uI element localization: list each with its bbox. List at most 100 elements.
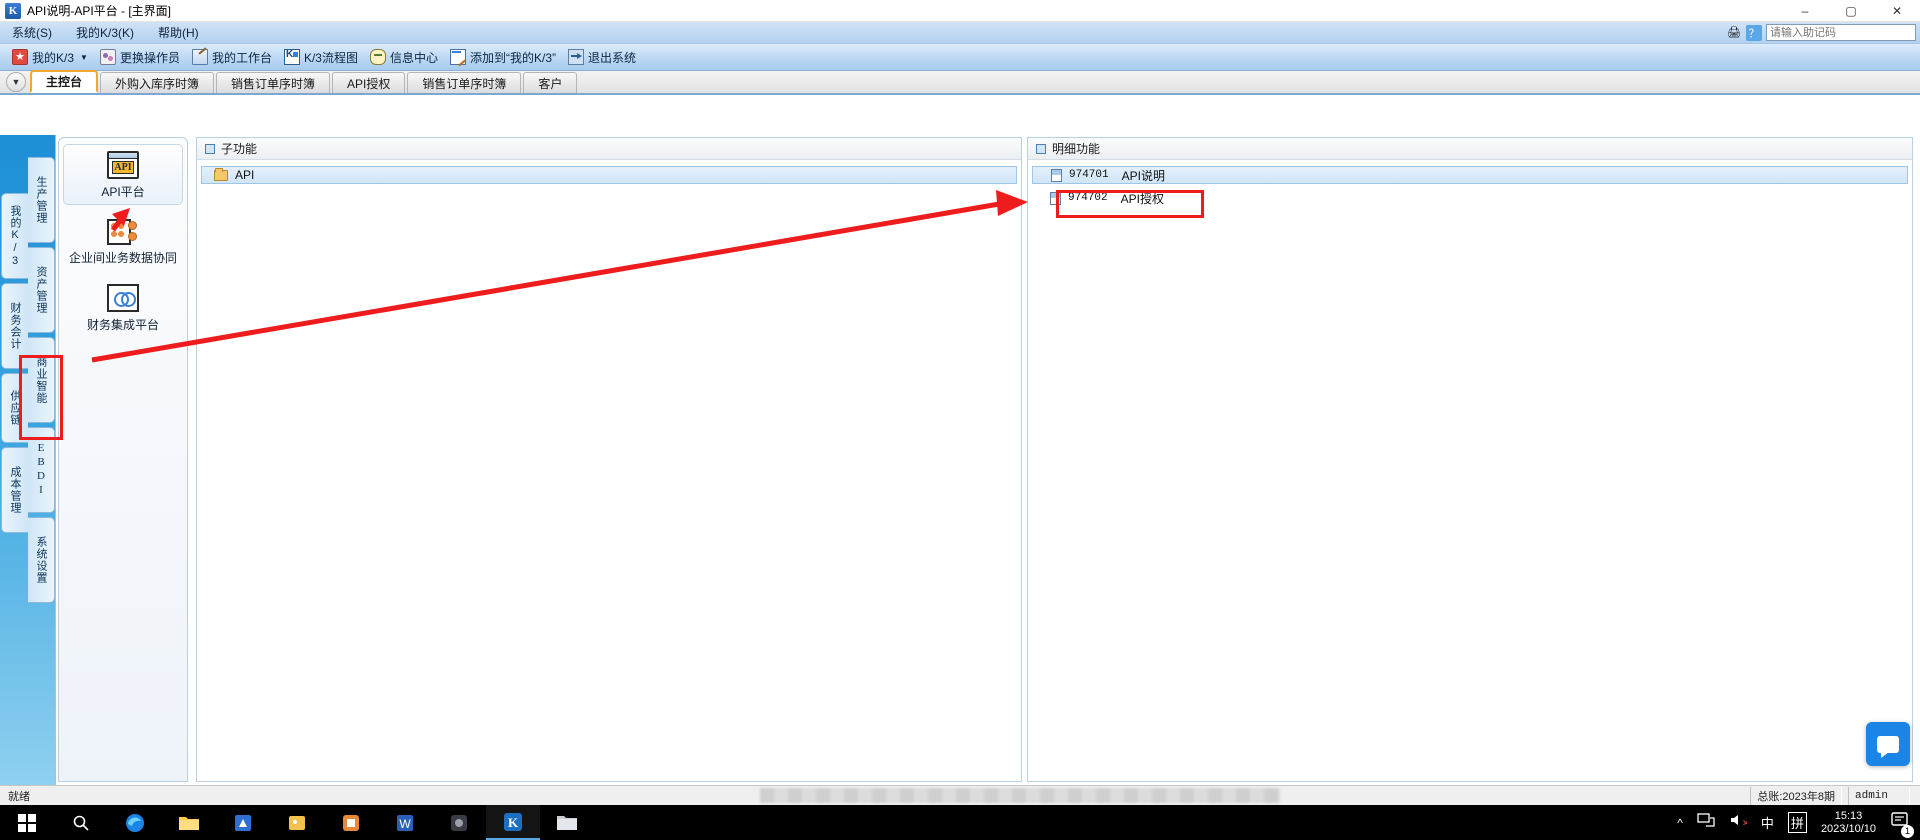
toolbar-flowchart-label: K/3流程图 [303, 50, 358, 65]
help-code-icon[interactable]: ？ [1746, 24, 1762, 41]
module-item-finance-integration[interactable]: 财务集成平台 [59, 278, 187, 337]
maximize-button[interactable]: ▢ [1828, 0, 1874, 22]
module-item-collaboration[interactable]: 企业间业务数据协同 [59, 211, 187, 270]
sub-function-row-api[interactable]: API [201, 166, 1017, 184]
toolbar-message-center[interactable]: 信息中心 [364, 47, 444, 68]
close-button[interactable]: ✕ [1874, 0, 1920, 22]
tab-sales-order-journal-2[interactable]: 销售订单序时簿 [407, 72, 522, 93]
k3-logo-icon: K [5, 2, 21, 19]
taskbar-date: 2023/10/10 [1820, 822, 1876, 835]
detail-function-panel: 明细功能 974701 API说明 974702 API授权 [1027, 137, 1913, 782]
chevron-down-icon: ▼ [80, 52, 88, 62]
status-user: admin [1848, 786, 1910, 805]
switch-user-icon [99, 49, 116, 65]
sidebar-item-cost-management[interactable]: 成本管理 [1, 447, 28, 533]
toolbar-my-k3[interactable]: ★ 我的K/3 ▼ [6, 47, 94, 68]
detail-row-api-description-label: API说明 [1121, 168, 1165, 183]
message-center-icon [369, 49, 386, 65]
detail-function-list: 974701 API说明 974702 API授权 [1028, 161, 1912, 781]
search-icon[interactable] [54, 805, 108, 840]
ime-language-icon[interactable]: 中 [1761, 813, 1774, 832]
tab-purchase-inbound-journal[interactable]: 外购入库序时簿 [100, 72, 215, 93]
svg-text:✕: ✕ [1742, 818, 1747, 828]
help-code-input[interactable] [1766, 24, 1916, 41]
system-tray: ^ ✕ 中 拼 15:13 2023/10/10 1 [1677, 805, 1920, 840]
finance-integration-icon [107, 284, 139, 312]
svg-text:W: W [399, 817, 411, 831]
sidebar-item-production-management[interactable]: 生产管理 [28, 157, 55, 243]
toolbar-add-to-my-k3[interactable]: 添加到“我的K/3” [444, 47, 562, 68]
chat-float-button[interactable] [1866, 722, 1910, 766]
vnav-right-column: 生产管理 资产管理 商业智能 EBDI 系统设置 [28, 135, 56, 785]
printer-icon[interactable]: 🖨 [1726, 25, 1742, 41]
sidebar-item-asset-management[interactable]: 资产管理 [28, 247, 55, 333]
detail-function-panel-header: 明细功能 [1028, 138, 1912, 160]
tray-chevron-icon[interactable]: ^ [1677, 816, 1683, 830]
ime-mode-icon[interactable]: 拼 [1787, 812, 1807, 833]
collaboration-icon [107, 217, 139, 245]
toolbar-workbench[interactable]: 我的工作台 [186, 47, 278, 68]
module-item-api-platform[interactable]: API API平台 [63, 144, 183, 205]
sub-function-panel-header: 子功能 [197, 138, 1021, 160]
document-icon [1050, 191, 1061, 205]
detail-row-api-authorization-label: API授权 [1120, 191, 1164, 206]
tab-api-authorization[interactable]: API授权 [332, 72, 406, 93]
sidebar-item-ebdi[interactable]: EBDI [28, 427, 55, 513]
title-bar: K API说明-API平台 - [主界面] – ▢ ✕ [0, 0, 1920, 22]
taskbar-clock[interactable]: 15:13 2023/10/10 [1821, 810, 1876, 836]
sidebar-item-financial-accounting[interactable]: 财务会计 [1, 283, 28, 369]
menu-my-k3[interactable]: 我的K/3(K) [64, 22, 146, 43]
chevron-down-icon[interactable]: ▼ [6, 72, 26, 92]
edge-browser-icon[interactable] [108, 805, 162, 840]
sub-function-row-api-label: API [235, 168, 255, 182]
application-window: K API说明-API平台 - [主界面] – ▢ ✕ 系统(S) 我的K/3(… [0, 0, 1920, 840]
notifications-count: 1 [1901, 825, 1914, 838]
notifications-icon[interactable]: 1 [1890, 811, 1914, 838]
app-yellow-icon[interactable] [270, 805, 324, 840]
toolbar-exit[interactable]: 退出系统 [562, 47, 642, 68]
folder-icon [214, 167, 228, 181]
app-blue-icon[interactable] [216, 805, 270, 840]
vertical-navigation: 我的K/3 财务会计 供应链 成本管理 生产管理 资产管理 商业智能 EBDI … [0, 135, 56, 785]
app-dark-icon[interactable] [432, 805, 486, 840]
tab-sales-order-journal-1[interactable]: 销售订单序时簿 [216, 72, 331, 93]
network-icon[interactable] [1697, 812, 1715, 833]
volume-muted-icon[interactable]: ✕ [1729, 812, 1749, 833]
app-orange-icon[interactable] [324, 805, 378, 840]
module-item-finance-integration-label: 财务集成平台 [86, 318, 159, 332]
window-title: API说明-API平台 - [主界面] [27, 4, 172, 18]
status-blurred-region [760, 788, 1280, 803]
panel-square-icon [1036, 143, 1046, 154]
tab-customer[interactable]: 客户 [523, 72, 578, 93]
windows-start-icon[interactable] [0, 805, 54, 840]
office-icon[interactable]: W [378, 805, 432, 840]
toolbar-flowchart[interactable]: K/3流程图 [278, 47, 364, 68]
sub-function-panel-title: 子功能 [221, 142, 258, 156]
add-note-icon [450, 49, 466, 65]
toolbar-message-center-label: 信息中心 [389, 50, 438, 65]
toolbar-exit-label: 退出系统 [588, 50, 637, 65]
star-icon: ★ [12, 49, 28, 65]
module-panel: API API平台 企业间业务数据协同 财务集成平台 [58, 137, 188, 782]
sidebar-item-system-settings[interactable]: 系统设置 [28, 517, 55, 603]
detail-row-api-description-code: 974701 [1069, 169, 1109, 181]
file-explorer-icon[interactable] [162, 805, 216, 840]
module-item-api-platform-label: API平台 [101, 185, 145, 199]
toolbar-switch-user[interactable]: 更换操作员 [94, 47, 186, 68]
document-icon [1051, 168, 1062, 182]
k3-app-icon[interactable]: K [486, 805, 540, 840]
detail-row-api-description[interactable]: 974701 API说明 [1032, 166, 1908, 184]
tab-main-console[interactable]: 主控台 [30, 70, 99, 93]
menu-system[interactable]: 系统(S) [0, 22, 64, 43]
status-ledger: 总账:2023年8期 [1750, 786, 1842, 805]
menu-help[interactable]: 帮助(H) [146, 22, 211, 43]
detail-row-api-authorization[interactable]: 974702 API授权 [1032, 189, 1908, 207]
sidebar-item-my-k3[interactable]: 我的K/3 [1, 193, 28, 279]
sidebar-item-supply-chain[interactable]: 供应链 [1, 373, 28, 443]
detail-row-api-authorization-code: 974702 [1068, 192, 1108, 204]
minimize-button[interactable]: – [1782, 0, 1828, 22]
sidebar-item-business-intelligence[interactable]: 商业智能 [28, 337, 55, 423]
sub-function-list: API [197, 161, 1021, 781]
folder-app-icon[interactable] [540, 805, 594, 840]
main-toolbar: ★ 我的K/3 ▼ 更换操作员 我的工作台 K/3流程图 信息中心 添加到“我的… [0, 44, 1920, 71]
